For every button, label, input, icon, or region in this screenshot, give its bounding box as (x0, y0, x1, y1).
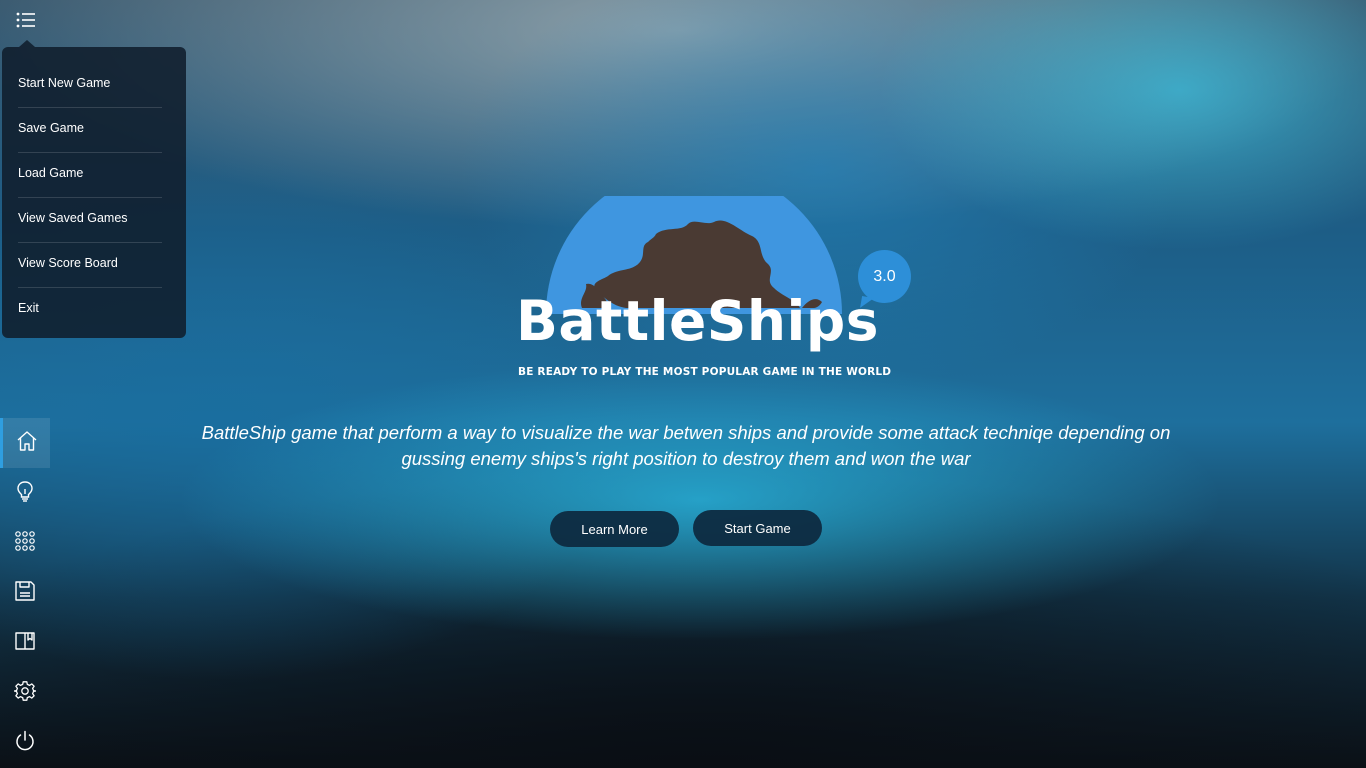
menu-item-view-score-board[interactable]: View Score Board (18, 243, 162, 288)
sidebar-item-tips[interactable] (0, 468, 50, 518)
sidebar-item-settings[interactable] (0, 668, 50, 718)
sidebar-item-guide[interactable] (0, 618, 50, 668)
menu-item-start-new-game[interactable]: Start New Game (18, 63, 162, 108)
menu-item-exit[interactable]: Exit (18, 288, 162, 332)
sidebar-item-save[interactable] (0, 568, 50, 618)
grid-icon (14, 530, 36, 557)
menu-item-load-game[interactable]: Load Game (18, 153, 162, 198)
list-icon (16, 11, 36, 34)
sidebar-item-home[interactable] (0, 418, 50, 468)
lightbulb-icon (14, 480, 36, 507)
menu-toggle-button[interactable] (12, 10, 40, 34)
menu-item-view-saved-games[interactable]: View Saved Games (18, 198, 162, 243)
sidebar (0, 418, 50, 768)
gear-icon (13, 680, 37, 707)
book-icon (14, 630, 36, 657)
start-game-button[interactable]: Start Game (693, 510, 822, 546)
logo-tagline: BE READY TO PLAY THE MOST POPULAR GAME I… (518, 366, 892, 378)
menu-item-save-game[interactable]: Save Game (18, 108, 162, 153)
sidebar-item-apps[interactable] (0, 518, 50, 568)
version-badge: 3.0 (858, 250, 911, 303)
game-description: BattleShip game that perform a way to vi… (201, 422, 1171, 469)
main-menu-dropdown: Start New Game Save Game Load Game View … (2, 40, 186, 338)
logo-wordmark: BattleShips (516, 289, 879, 353)
learn-more-button[interactable]: Learn More (550, 511, 679, 547)
home-icon (16, 430, 38, 457)
battleships-logo: BattleShips BE READY TO PLAY THE MOST PO… (516, 196, 916, 386)
save-icon (14, 580, 36, 607)
power-icon (14, 730, 36, 757)
sidebar-item-power[interactable] (0, 718, 50, 768)
